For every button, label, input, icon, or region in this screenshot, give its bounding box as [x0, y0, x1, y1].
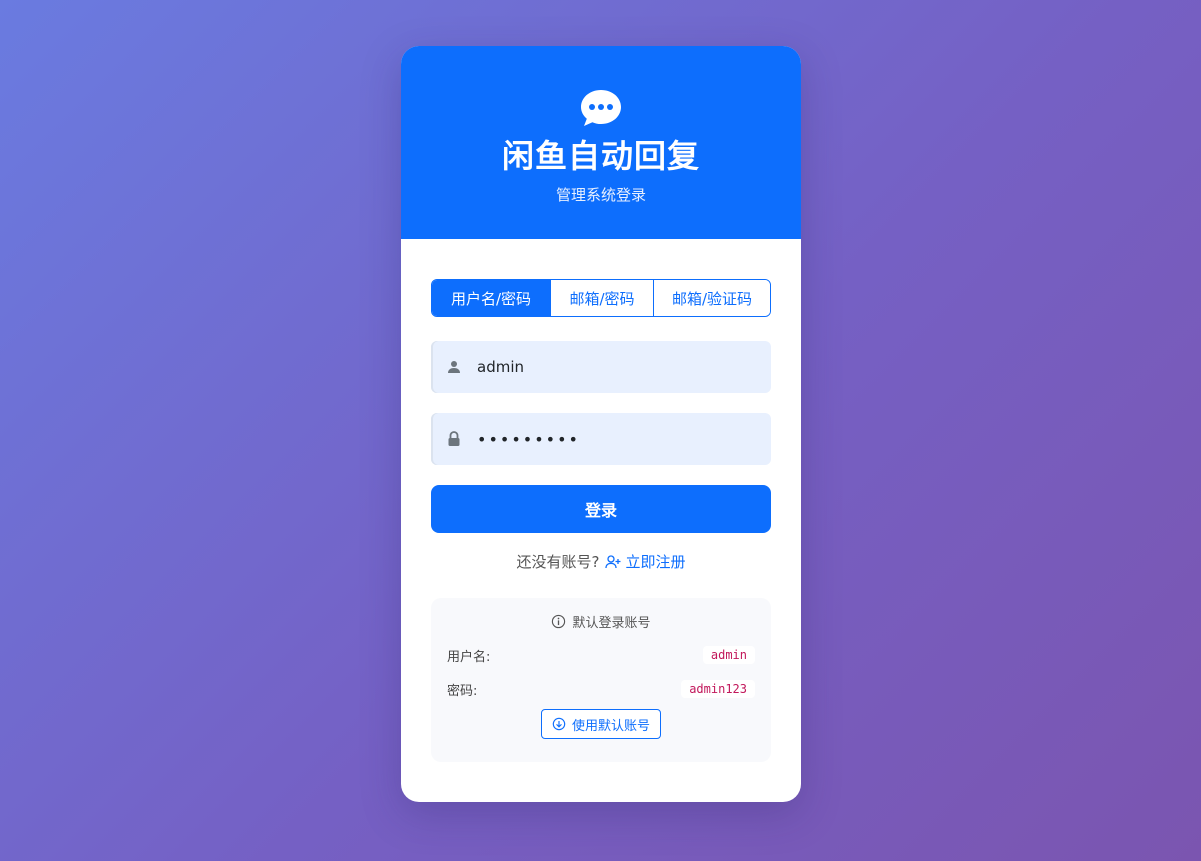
- card-body: 用户名/密码 邮箱/密码 邮箱/验证码 登录: [401, 239, 801, 762]
- app-subtitle: 管理系统登录: [555, 186, 646, 204]
- default-username-value: admin: [702, 646, 755, 664]
- use-default-account-label: 使用默认账号: [571, 718, 650, 734]
- chat-bubble-icon: [581, 90, 621, 126]
- default-username-label: 用户名:: [447, 649, 491, 665]
- user-icon: [431, 360, 477, 374]
- default-username-row: 用户名: admin: [447, 645, 755, 665]
- tab-email-code[interactable]: 邮箱/验证码: [654, 280, 770, 316]
- login-card: 闲鱼自动回复 管理系统登录 用户名/密码 邮箱/密码 邮箱/验证码 admin …: [401, 46, 801, 802]
- username-input[interactable]: [477, 341, 771, 393]
- register-link-label: 立即注册: [625, 553, 686, 571]
- register-row: 还没有账号? 立即注册: [431, 551, 771, 572]
- tab-username-password[interactable]: 用户名/密码: [432, 280, 551, 316]
- default-account-title: 默认登录账号: [447, 612, 755, 631]
- password-field: [431, 413, 771, 465]
- info-circle-icon: [552, 614, 566, 629]
- login-method-tabs: 用户名/密码 邮箱/密码 邮箱/验证码: [431, 279, 771, 317]
- use-default-account-button[interactable]: 使用默认账号: [540, 709, 661, 739]
- tab-email-password[interactable]: 邮箱/密码: [551, 280, 654, 316]
- default-password-value: admin123: [681, 680, 755, 698]
- arrow-down-circle-icon: [552, 717, 566, 731]
- use-default-wrap: 使用默认账号: [447, 709, 755, 739]
- username-field: [431, 341, 771, 393]
- password-input[interactable]: [477, 413, 771, 465]
- person-add-icon: [605, 554, 621, 568]
- login-button[interactable]: 登录: [431, 485, 771, 533]
- lock-icon: [431, 431, 477, 447]
- app-title: 闲鱼自动回复: [501, 137, 700, 175]
- register-link[interactable]: 立即注册: [605, 551, 685, 572]
- card-header: 闲鱼自动回复 管理系统登录: [401, 46, 801, 239]
- default-password-label: 密码:: [447, 683, 478, 699]
- default-account-box: 默认登录账号 用户名: admin 密码: admin123 使用默认账号: [431, 598, 771, 762]
- register-prompt: 还没有账号?: [516, 553, 600, 571]
- default-account-title-text: 默认登录账号: [572, 616, 651, 631]
- default-password-row: 密码: admin123: [447, 679, 755, 699]
